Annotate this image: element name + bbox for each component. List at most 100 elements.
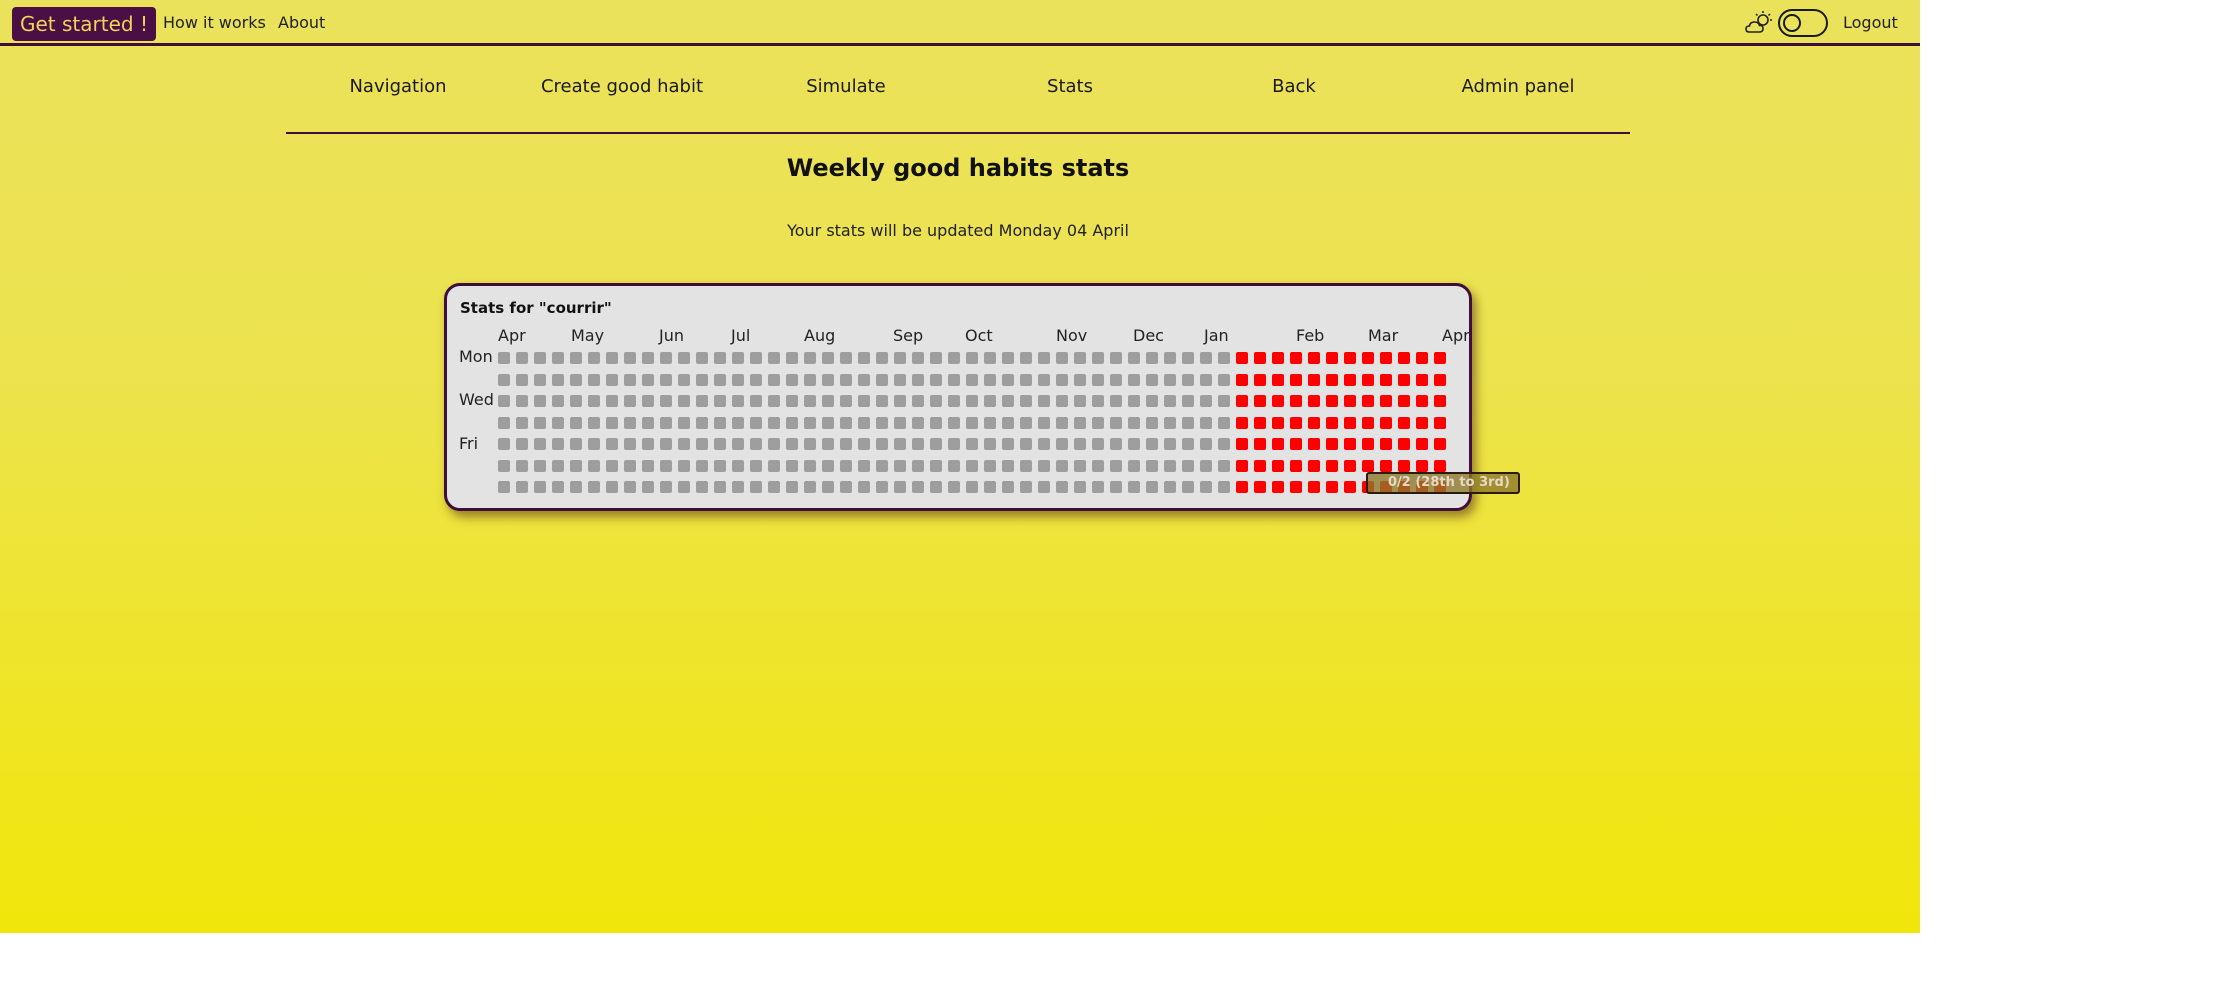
- habit-day-cell[interactable]: [642, 459, 654, 472]
- habit-day-cell[interactable]: [1038, 395, 1050, 407]
- habit-day-cell[interactable]: [1038, 459, 1050, 472]
- habit-day-cell[interactable]: [822, 438, 834, 450]
- get-started-button[interactable]: Get started !: [12, 7, 156, 41]
- habit-day-cell[interactable]: [984, 373, 996, 386]
- habit-day-cell[interactable]: [1020, 481, 1032, 493]
- habit-day-cell[interactable]: [966, 438, 978, 450]
- about-link[interactable]: About: [278, 13, 325, 32]
- habit-day-cell[interactable]: [534, 481, 546, 493]
- habit-day-cell[interactable]: [678, 459, 690, 472]
- habit-day-cell[interactable]: [1272, 481, 1284, 493]
- habit-day-cell[interactable]: [534, 438, 546, 450]
- nav-admin-panel[interactable]: Admin panel: [1406, 76, 1630, 97]
- habit-day-cell[interactable]: [1092, 395, 1104, 407]
- habit-day-cell[interactable]: [678, 373, 690, 386]
- habit-day-cell[interactable]: [1398, 395, 1410, 407]
- habit-day-cell[interactable]: [1398, 373, 1410, 386]
- nav-stats[interactable]: Stats: [958, 76, 1182, 97]
- habit-day-cell[interactable]: [1074, 459, 1086, 472]
- habit-day-cell[interactable]: [1020, 459, 1032, 472]
- habit-day-cell[interactable]: [1092, 416, 1104, 429]
- habit-day-cell[interactable]: [1416, 373, 1428, 386]
- habit-day-cell[interactable]: [750, 395, 762, 407]
- habit-day-cell[interactable]: [516, 481, 528, 493]
- habit-day-cell[interactable]: [984, 438, 996, 450]
- habit-day-cell[interactable]: [1038, 373, 1050, 386]
- habit-day-cell[interactable]: [750, 416, 762, 429]
- habit-day-cell[interactable]: [930, 395, 942, 407]
- habit-day-cell[interactable]: [930, 438, 942, 450]
- habit-day-cell[interactable]: [714, 481, 726, 493]
- habit-day-cell[interactable]: [516, 416, 528, 429]
- habit-day-cell[interactable]: [552, 459, 564, 472]
- habit-day-cell[interactable]: [624, 416, 636, 429]
- habit-day-cell[interactable]: [642, 416, 654, 429]
- habit-day-cell[interactable]: [966, 481, 978, 493]
- habit-day-cell[interactable]: [1200, 459, 1212, 472]
- habit-day-cell[interactable]: [768, 481, 780, 493]
- habit-day-cell[interactable]: [1308, 352, 1320, 364]
- habit-day-cell[interactable]: [1362, 395, 1374, 407]
- habit-day-cell[interactable]: [534, 395, 546, 407]
- habit-day-cell[interactable]: [1416, 416, 1428, 429]
- habit-day-cell[interactable]: [1362, 373, 1374, 386]
- habit-day-cell[interactable]: [1110, 373, 1122, 386]
- habit-day-cell[interactable]: [876, 373, 888, 386]
- habit-day-cell[interactable]: [1308, 416, 1320, 429]
- habit-day-cell[interactable]: [750, 481, 762, 493]
- habit-day-cell[interactable]: [1416, 459, 1428, 472]
- nav-navigation[interactable]: Navigation: [286, 76, 510, 97]
- habit-day-cell[interactable]: [786, 373, 798, 386]
- habit-day-cell[interactable]: [786, 352, 798, 364]
- habit-day-cell[interactable]: [660, 352, 672, 364]
- habit-day-cell[interactable]: [786, 438, 798, 450]
- habit-day-cell[interactable]: [1200, 438, 1212, 450]
- habit-day-cell[interactable]: [498, 481, 510, 493]
- cloud-sun-icon[interactable]: [1744, 10, 1774, 36]
- habit-day-cell[interactable]: [966, 352, 978, 364]
- habit-day-cell[interactable]: [606, 373, 618, 386]
- habit-day-cell[interactable]: [894, 352, 906, 364]
- habit-day-cell[interactable]: [768, 416, 780, 429]
- habit-day-cell[interactable]: [1092, 438, 1104, 450]
- habit-day-cell[interactable]: [678, 438, 690, 450]
- habit-day-cell[interactable]: [1002, 373, 1014, 386]
- habit-day-cell[interactable]: [570, 438, 582, 450]
- habit-day-cell[interactable]: [570, 416, 582, 429]
- habit-day-cell[interactable]: [498, 352, 510, 364]
- habit-day-cell[interactable]: [498, 459, 510, 472]
- habit-day-cell[interactable]: [1074, 352, 1086, 364]
- habit-day-cell[interactable]: [606, 416, 618, 429]
- habit-day-cell[interactable]: [552, 373, 564, 386]
- habit-day-cell[interactable]: [1362, 416, 1374, 429]
- habit-day-cell[interactable]: [1434, 373, 1446, 386]
- habit-day-cell[interactable]: [1164, 352, 1176, 364]
- habit-day-cell[interactable]: [1074, 438, 1086, 450]
- habit-day-cell[interactable]: [858, 481, 870, 493]
- habit-day-cell[interactable]: [912, 395, 924, 407]
- habit-day-cell[interactable]: [912, 438, 924, 450]
- habit-day-cell[interactable]: [1164, 416, 1176, 429]
- habit-day-cell[interactable]: [750, 352, 762, 364]
- habit-day-cell[interactable]: [1200, 352, 1212, 364]
- habit-day-cell[interactable]: [678, 395, 690, 407]
- habit-day-cell[interactable]: [1254, 459, 1266, 472]
- habit-day-cell[interactable]: [1092, 373, 1104, 386]
- habit-day-cell[interactable]: [1308, 481, 1320, 493]
- habit-day-cell[interactable]: [552, 416, 564, 429]
- habit-day-cell[interactable]: [1020, 395, 1032, 407]
- habit-day-cell[interactable]: [894, 416, 906, 429]
- habit-day-cell[interactable]: [1200, 373, 1212, 386]
- habit-day-cell[interactable]: [1362, 438, 1374, 450]
- habit-day-cell[interactable]: [642, 373, 654, 386]
- habit-day-cell[interactable]: [732, 416, 744, 429]
- habit-day-cell[interactable]: [858, 416, 870, 429]
- habit-day-cell[interactable]: [822, 373, 834, 386]
- habit-day-cell[interactable]: [1164, 395, 1176, 407]
- habit-day-cell[interactable]: [696, 459, 708, 472]
- habit-day-cell[interactable]: [1002, 459, 1014, 472]
- habit-day-cell[interactable]: [552, 352, 564, 364]
- habit-day-cell[interactable]: [1092, 352, 1104, 364]
- habit-day-cell[interactable]: [894, 373, 906, 386]
- habit-day-cell[interactable]: [732, 395, 744, 407]
